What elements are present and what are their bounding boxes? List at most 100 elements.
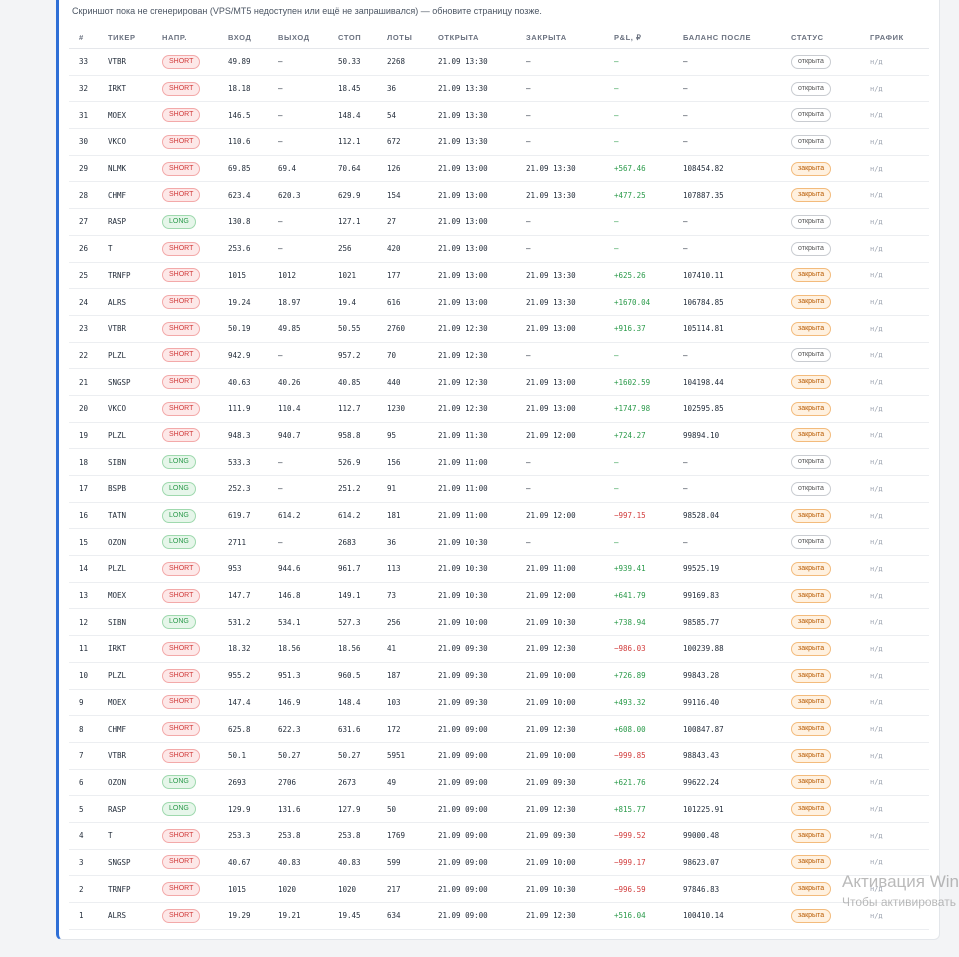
status-badge-cell: закрыта	[781, 555, 860, 583]
row-number: 19	[69, 422, 98, 450]
pnl-cell: +815.77	[604, 795, 673, 823]
table-row: 24 ALRS SHORT 19.24 18.97 19.4 616 21.09 13:00 2…	[69, 288, 929, 316]
direction-badge: SHORT	[162, 401, 201, 416]
chart-link: н/д	[860, 448, 929, 476]
entry-price: 19.29	[218, 902, 268, 930]
status-badge: закрыта	[791, 748, 832, 763]
direction-badge-cell: SHORT	[152, 181, 218, 210]
balance-after: 102595.85	[673, 395, 781, 423]
status-badge-cell: закрыта	[781, 902, 860, 930]
status-badge-cell: закрыта	[781, 368, 860, 396]
exit-price: –	[268, 528, 328, 557]
status-badge-cell: закрыта	[781, 502, 860, 530]
col-header-direction: НАПР.	[152, 27, 218, 49]
balance-after: –	[673, 48, 781, 76]
pnl-cell: +493.32	[604, 689, 673, 717]
closed-time: 21.09 10:00	[516, 742, 604, 770]
direction-badge-cell: SHORT	[152, 662, 218, 690]
ticker-cell: RASP	[98, 795, 152, 823]
status-badge: закрыта	[791, 855, 832, 870]
direction-badge-cell: LONG	[152, 448, 218, 476]
ticker-cell: IRKT	[98, 635, 152, 663]
status-badge-cell: закрыта	[781, 662, 860, 690]
closed-time: –	[516, 208, 604, 236]
lots-cell: 672	[377, 128, 428, 156]
chart-link: н/д	[860, 101, 929, 130]
closed-time: 21.09 12:30	[516, 795, 604, 823]
stop-price: 148.4	[328, 101, 377, 130]
opened-time: 21.09 09:00	[428, 742, 516, 770]
lots-cell: 54	[377, 101, 428, 130]
table-row: 13 MOEX SHORT 147.7 146.8 149.1 73 21.09 10:30 2…	[69, 582, 929, 610]
chart-link: н/д	[860, 502, 929, 530]
chart-link: н/д	[860, 555, 929, 583]
balance-after: –	[673, 101, 781, 130]
closed-time: 21.09 13:30	[516, 262, 604, 290]
exit-price: –	[268, 75, 328, 103]
opened-time: 21.09 13:30	[428, 48, 516, 76]
pnl-cell: −986.03	[604, 635, 673, 663]
closed-time: 21.09 10:00	[516, 849, 604, 877]
stop-price: 527.3	[328, 608, 377, 637]
lots-cell: 91	[377, 475, 428, 503]
status-badge-cell: открыта	[781, 528, 860, 557]
table-row: 23 VTBR SHORT 50.19 49.85 50.55 2760 21.09 12:3…	[69, 315, 929, 343]
balance-after: 98623.07	[673, 849, 781, 877]
status-badge-cell: закрыта	[781, 742, 860, 770]
opened-time: 21.09 09:30	[428, 662, 516, 690]
closed-time: –	[516, 528, 604, 557]
chart-link: н/д	[860, 635, 929, 663]
direction-badge: SHORT	[162, 81, 201, 96]
table-row: 4 T SHORT 253.3 253.8 253.8 1769 21.09 09:00 21.…	[69, 822, 929, 850]
row-number: 17	[69, 475, 98, 503]
stop-price: 614.2	[328, 502, 377, 530]
table-row: 12 SIBN LONG 531.2 534.1 527.3 256 21.09 10:00 2…	[69, 608, 929, 637]
pnl-cell: +1747.98	[604, 395, 673, 423]
pnl-cell: +567.46	[604, 155, 673, 183]
opened-time: 21.09 13:30	[428, 75, 516, 103]
stop-price: 960.5	[328, 662, 377, 690]
direction-badge-cell: SHORT	[152, 155, 218, 183]
lots-cell: 73	[377, 582, 428, 610]
balance-after: –	[673, 75, 781, 103]
status-badge-cell: закрыта	[781, 262, 860, 290]
closed-time: –	[516, 75, 604, 103]
row-number: 20	[69, 395, 98, 423]
row-number: 22	[69, 342, 98, 370]
status-badge: открыта	[791, 241, 831, 256]
row-number: 18	[69, 448, 98, 476]
status-badge-cell: открыта	[781, 342, 860, 370]
table-row: 5 RASP LONG 129.9 131.6 127.9 50 21.09 09:00 21.…	[69, 795, 929, 823]
status-badge: закрыта	[791, 615, 832, 630]
row-number: 10	[69, 662, 98, 690]
closed-time: 21.09 10:00	[516, 662, 604, 690]
ticker-cell: MOEX	[98, 582, 152, 610]
stop-price: 18.45	[328, 75, 377, 103]
status-badge-cell: открыта	[781, 448, 860, 476]
direction-badge-cell: SHORT	[152, 689, 218, 717]
chart-link: н/д	[860, 528, 929, 557]
table-row: 15 OZON LONG 2711–2683 36 21.09 10:30– – – откры…	[69, 528, 929, 557]
direction-badge: LONG	[162, 455, 196, 470]
chart-link: н/д	[860, 128, 929, 156]
lots-cell: 256	[377, 608, 428, 637]
balance-after: 104198.44	[673, 368, 781, 396]
direction-badge: SHORT	[162, 375, 201, 390]
exit-price: –	[268, 235, 328, 263]
status-badge-cell: закрыта	[781, 769, 860, 797]
table-row: 2 TRNFP SHORT 1015 1020 1020 217 21.09 09:00 21.…	[69, 875, 929, 903]
ticker-cell: VTBR	[98, 315, 152, 343]
row-number: 31	[69, 101, 98, 130]
chart-link: н/д	[860, 288, 929, 316]
balance-after: 107887.35	[673, 181, 781, 210]
direction-badge: SHORT	[162, 828, 201, 843]
entry-price: 18.32	[218, 635, 268, 663]
ticker-cell: RASP	[98, 208, 152, 236]
exit-price: 50.27	[268, 742, 328, 770]
stop-price: 40.83	[328, 849, 377, 877]
ticker-cell: MOEX	[98, 101, 152, 130]
entry-price: 619.7	[218, 502, 268, 530]
chart-link: н/д	[860, 742, 929, 770]
status-badge: закрыта	[791, 828, 832, 843]
opened-time: 21.09 09:00	[428, 849, 516, 877]
